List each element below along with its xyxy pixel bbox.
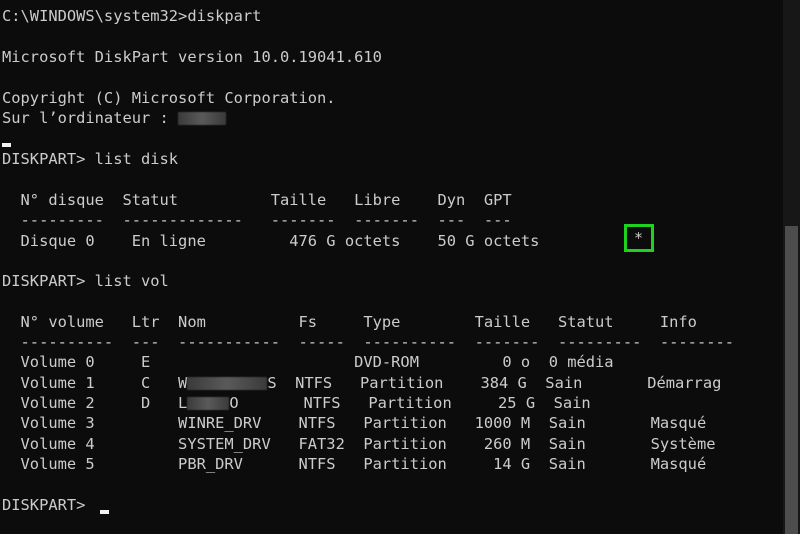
volume-row: Volume 0 E DVD-ROM 0 o 0 média	[2, 353, 614, 371]
volume-row: Volume 1 C W S NTFS Partition 384 G Sain …	[2, 373, 722, 393]
cmd-prompt-line: C:\WINDOWS\system32>diskpart	[2, 7, 262, 25]
gpt-marker: *	[634, 229, 644, 247]
cmd-list-disk: DISKPART> list disk	[2, 150, 179, 168]
volume-row: Volume 3 WINRE_DRV NTFS Partition 1000 M…	[2, 414, 707, 432]
volume-row-end: S NTFS Partition 384 G Sain Démarrag	[267, 374, 722, 392]
volume-row: Volume 4 SYSTEM_DRV FAT32 Partition 260 …	[2, 435, 716, 453]
scrollbar-thumb[interactable]	[785, 226, 798, 534]
volume-row-end: O NTFS Partition 25 G Sain	[229, 394, 591, 412]
computer-name-line: Sur l’ordinateur :	[2, 108, 227, 128]
volume-row-start: Volume 2 D L	[2, 394, 188, 412]
volume-row: Volume 5 PBR_DRV NTFS Partition 14 G Sai…	[2, 455, 707, 473]
final-prompt: DISKPART>	[2, 496, 95, 514]
cmd-list-vol: DISKPART> list vol	[2, 272, 169, 290]
copyright-line: Copyright (C) Microsoft Corporation.	[2, 89, 336, 107]
input-cursor	[100, 510, 109, 514]
disk-table-header: N° disque Statut Taille Libre Dyn GPT	[2, 191, 512, 209]
redacted-volume-name	[187, 377, 268, 390]
volume-row: Volume 2 D L O NTFS Partition 25 G Sain	[2, 393, 591, 413]
disk-row: Disque 0 En ligne 476 G octets 50 G octe…	[2, 232, 540, 250]
redacted-volume-name	[187, 397, 230, 410]
vertical-scrollbar[interactable]	[783, 0, 800, 534]
volume-table-header: N° volume Ltr Nom Fs Type Taille Statut …	[2, 313, 697, 331]
redacted-computer-name	[178, 112, 227, 125]
console-window[interactable]: C:\WINDOWS\system32>diskpart Microsoft D…	[0, 0, 800, 534]
volume-table-separator: ---------- --- ----------- ----- -------…	[2, 333, 735, 351]
cursor-block	[2, 143, 11, 147]
volume-row-start: Volume 1 C W	[2, 374, 188, 392]
computer-label: Sur l’ordinateur :	[2, 109, 179, 127]
disk-table-separator: --------- ------------- ------- ------- …	[2, 211, 512, 229]
version-line: Microsoft DiskPart version 10.0.19041.61…	[2, 48, 382, 66]
